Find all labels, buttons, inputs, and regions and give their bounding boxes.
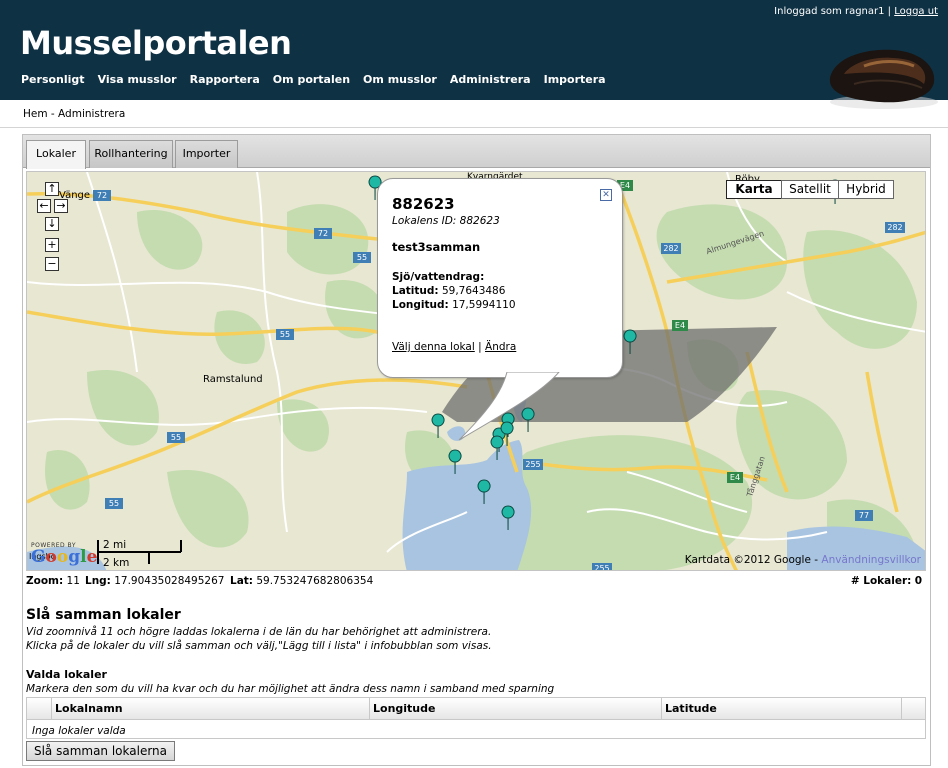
count-label: # Lokaler: [850,575,912,587]
empty-table-message: Inga lokaler valda [32,725,126,737]
nav-visa-musslor[interactable]: Visa musslor [98,73,177,86]
logged-in-text: Inloggad som ragnar1 | [774,6,892,17]
svg-text:55: 55 [280,330,290,339]
info-window-tail [458,372,560,441]
column-header-lokalnamn[interactable]: Lokalnamn [51,698,369,720]
lng-label: Lng: [85,575,111,587]
tab-strip: Lokaler Rollhantering Importer [23,135,930,169]
column-header-latitude[interactable]: Latitude [661,698,901,720]
place-label-ramstalund: Ramstalund [203,374,263,385]
selected-locations-help: Markera den som du vill ha kvar och du h… [26,683,555,695]
zoom-label: Zoom: [26,575,64,587]
svg-text:77: 77 [859,511,869,520]
location-count-status: # Lokaler: 0 [851,575,922,587]
column-header-longitude[interactable]: Longitude [369,698,661,720]
lat-label: Lat: [230,575,253,587]
info-lat-label: Latitud: [392,285,439,297]
merge-help-text-2: Klicka på de lokaler du vill slå samman … [26,640,492,652]
selected-locations-table: Lokalnamn Longitude Latitude Inga lokale… [26,697,926,739]
maptype-karta-button[interactable]: Karta [726,180,782,199]
table-header: Lokalnamn Longitude Latitude [27,698,925,720]
info-water-label: Sjö/vattendrag: [392,271,485,283]
maptype-satellit-button[interactable]: Satellit [781,180,839,199]
map-pan-up-button[interactable]: ↑ [45,182,59,196]
info-links: Välj denna lokal | Ändra [392,341,516,353]
count-value: 0 [914,575,922,587]
info-lng-value: 17,5994110 [452,299,516,311]
map-attribution: Kartdata ©2012 Google - Användningsvillk… [685,554,921,566]
map-pan-right-button[interactable]: → [54,199,68,213]
nav-rapportera[interactable]: Rapportera [190,73,260,86]
nav-om-musslor[interactable]: Om musslor [363,73,437,86]
svg-text:282: 282 [663,244,678,253]
selected-locations-title: Valda lokaler [26,668,107,681]
login-bar: Inloggad som ragnar1 | Logga ut [774,6,938,17]
map-status-line: Zoom: 11 Lng: 17.90435028495267 Lat: 59.… [26,575,926,589]
tab-rollhantering[interactable]: Rollhantering [89,140,173,168]
logout-link[interactable]: Logga ut [894,6,938,17]
info-lat-value: 59,7643486 [441,285,506,297]
nav-administrera[interactable]: Administrera [450,73,531,86]
zoom-value: 11 [66,575,80,587]
lat-value: 59.753247682806354 [256,575,374,587]
google-logo: POWERED BY Google [31,542,97,566]
merge-help-text-1: Vid zoomnivå 11 och högre laddas lokaler… [26,626,492,638]
breadcrumb-bar: Hem - Administrera [0,100,948,128]
admin-panel: Lokaler Rollhantering Importer 72 72 55 … [22,134,931,766]
maptype-hybrid-button[interactable]: Hybrid [838,180,894,199]
info-link-separator: | [478,341,482,353]
filler-column-header [901,698,925,720]
nav-personligt[interactable]: Personligt [21,73,85,86]
map-pan-left-button[interactable]: ← [37,199,51,213]
merge-section-title: Slå samman lokaler [26,607,181,623]
svg-text:E4: E4 [675,321,685,330]
map-zoom-out-button[interactable]: − [45,257,59,271]
info-lng-row: Longitud: 17,5994110 [392,299,516,311]
info-title: 882623 [392,195,455,213]
breadcrumb: Hem - Administrera [23,108,126,120]
select-location-link[interactable]: Välj denna lokal [392,341,475,353]
map-canvas[interactable]: 72 72 55 55 55 55 282 282 255 255 77 E4 … [26,171,926,571]
svg-text:55: 55 [109,499,119,508]
svg-text:72: 72 [318,229,328,238]
svg-text:55: 55 [357,253,367,262]
map-data-text: Kartdata ©2012 Google - [684,554,819,566]
tab-importer[interactable]: Importer [175,140,238,168]
svg-text:282: 282 [887,223,902,232]
map-pan-down-button[interactable]: ↓ [45,217,59,231]
info-lng-label: Longitud: [392,299,449,311]
select-column-header [27,698,51,720]
edit-location-link[interactable]: Ändra [485,341,516,353]
svg-text:255: 255 [525,460,540,469]
scale-km-label: 2 km [103,557,130,569]
svg-text:55: 55 [171,433,181,442]
map-scale: 2 mi 2 km [97,539,182,569]
road-label-72a: 72 [97,191,107,200]
site-header: Inloggad som ragnar1 | Logga ut Musselpo… [0,0,948,109]
google-wordmark: Google [31,547,98,567]
scale-mi-label: 2 mi [103,539,127,551]
lat-status: Lat: 59.753247682806354 [230,575,373,587]
info-water-row: Sjö/vattendrag: [392,271,484,283]
merge-locations-button[interactable]: Slå samman lokalerna [26,741,175,761]
tab-lokaler[interactable]: Lokaler [26,140,86,169]
svg-text:255: 255 [594,564,609,571]
info-lat-row: Latitud: 59,7643486 [392,285,505,297]
terms-of-use-link[interactable]: Användningsvillkor [821,554,921,566]
close-icon[interactable]: ✕ [600,189,612,201]
map-zoom-in-button[interactable]: + [45,238,59,252]
zoom-status: Zoom: 11 [26,575,80,587]
main-nav: Personligt Visa musslor Rapportera Om po… [21,73,606,86]
info-location-id: Lokalens ID: 882623 [392,215,500,227]
site-title: Musselportalen [20,24,292,62]
location-info-window: ✕ 882623 Lokalens ID: 882623 test3samman… [377,178,623,378]
nav-om-portalen[interactable]: Om portalen [273,73,350,86]
info-location-name: test3samman [392,240,481,254]
nav-importera[interactable]: Importera [544,73,606,86]
lng-value: 17.90435028495267 [114,575,225,587]
lng-status: Lng: 17.90435028495267 [85,575,224,587]
svg-text:E4: E4 [730,473,740,482]
